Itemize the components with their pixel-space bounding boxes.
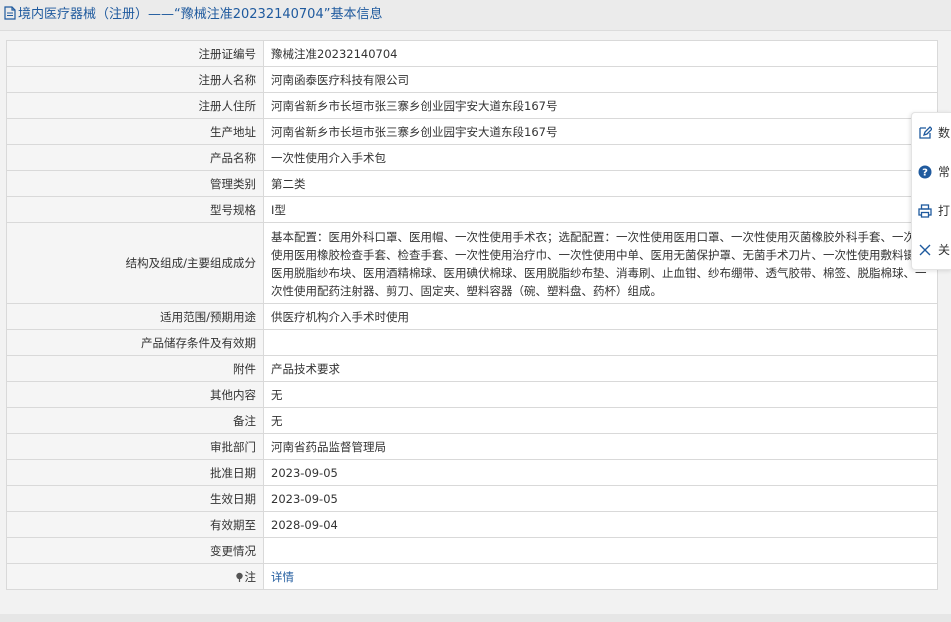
- field-label: 有效期至: [6, 511, 264, 538]
- detail-table-container: 注册证编号 豫械注准20232140704 注册人名称 河南函泰医疗科技有限公司 注…: [6, 40, 938, 590]
- field-value: 无: [263, 381, 938, 408]
- table-row: 管理类别 第二类: [6, 170, 938, 197]
- field-value: 产品技术要求: [263, 355, 938, 382]
- table-row: 型号规格 I型: [6, 196, 938, 223]
- page-header: 境内医疗器械（注册）——“豫械注准20232140704”基本信息: [0, 0, 951, 31]
- note-label: 注: [244, 569, 257, 584]
- table-row: 注册人住所 河南省新乡市长垣市张三寨乡创业园宇安大道东段167号: [6, 92, 938, 119]
- help-icon: ?: [918, 165, 932, 178]
- table-row: 生效日期 2023-09-05: [6, 485, 938, 512]
- svg-text:?: ?: [922, 167, 928, 178]
- field-value: 河南省新乡市长垣市张三寨乡创业园宇安大道东段167号: [263, 118, 938, 145]
- float-item-data[interactable]: 数: [912, 113, 951, 152]
- float-item-label: 常: [938, 165, 951, 179]
- field-label: 产品名称: [6, 144, 264, 171]
- field-label: 生产地址: [6, 118, 264, 145]
- table-row: 备注无: [6, 407, 938, 434]
- table-row: 生产地址 河南省新乡市长垣市张三寨乡创业园宇安大道东段167号: [6, 118, 938, 145]
- table-row: 注册人名称 河南函泰医疗科技有限公司: [6, 66, 938, 93]
- field-label: 备注: [6, 407, 264, 434]
- table-row: 审批部门 河南省药品监督管理局: [6, 433, 938, 460]
- field-value: 2023-09-05: [263, 485, 938, 512]
- table-row: 结构及组成/主要组成成分 基本配置：医用外科口罩、医用帽、一次性使用手术衣；选配配…: [6, 222, 938, 304]
- field-value: 豫械注准20232140704: [263, 40, 938, 67]
- document-icon: [4, 6, 16, 20]
- field-label: 注: [6, 563, 264, 590]
- field-value: 河南省新乡市长垣市张三寨乡创业园宇安大道东段167号: [263, 92, 938, 119]
- field-value: 基本配置：医用外科口罩、医用帽、一次性使用手术衣；选配配置：一次性使用医用口罩、…: [263, 222, 938, 304]
- field-label: 适用范围/预期用途: [6, 303, 264, 330]
- field-label: 其他内容: [6, 381, 264, 408]
- field-label: 审批部门: [6, 433, 264, 460]
- field-label: 注册证编号: [6, 40, 264, 67]
- field-label: 型号规格: [6, 196, 264, 223]
- field-value: 2028-09-04: [263, 511, 938, 538]
- field-label: 注册人名称: [6, 66, 264, 93]
- float-item-faq[interactable]: ? 常: [912, 152, 951, 191]
- table-row: 产品名称 一次性使用介入手术包: [6, 144, 938, 171]
- field-value: 供医疗机构介入手术时使用: [263, 303, 938, 330]
- field-value: 河南省药品监督管理局: [263, 433, 938, 460]
- field-label: 批准日期: [6, 459, 264, 486]
- field-value: [263, 329, 938, 356]
- field-value: 无: [263, 407, 938, 434]
- table-row: 变更情况: [6, 537, 938, 564]
- table-row: 注 详情: [6, 563, 938, 590]
- footer-bar: [0, 614, 951, 622]
- close-icon: [919, 244, 931, 255]
- float-item-label: 关: [938, 243, 951, 257]
- pin-icon: [235, 572, 243, 582]
- float-item-label: 数: [938, 126, 951, 140]
- field-value: 2023-09-05: [263, 459, 938, 486]
- table-row: 适用范围/预期用途 供医疗机构介入手术时使用: [6, 303, 938, 330]
- field-label: 产品储存条件及有效期: [6, 329, 264, 356]
- field-label: 生效日期: [6, 485, 264, 512]
- edit-icon: [919, 125, 932, 139]
- field-label: 结构及组成/主要组成成分: [6, 222, 264, 304]
- field-value: 第二类: [263, 170, 938, 197]
- float-item-print[interactable]: 打: [912, 191, 951, 230]
- print-icon: [918, 203, 932, 218]
- field-value: 详情: [263, 563, 938, 590]
- floating-toolbar: 数 ? 常 打 关: [911, 112, 951, 270]
- table-row: 附件 产品技术要求: [6, 355, 938, 382]
- table-row: 批准日期 2023-09-05: [6, 459, 938, 486]
- field-label: 变更情况: [6, 537, 264, 564]
- field-value: [263, 537, 938, 564]
- detail-table: 注册证编号 豫械注准20232140704 注册人名称 河南函泰医疗科技有限公司 注…: [6, 40, 938, 590]
- float-item-label: 打: [938, 204, 951, 218]
- detail-link[interactable]: 详情: [271, 570, 294, 584]
- field-value: 河南函泰医疗科技有限公司: [263, 66, 938, 93]
- page-title: 境内医疗器械（注册）——“豫械注准20232140704”基本信息: [18, 7, 383, 22]
- table-row: 有效期至 2028-09-04: [6, 511, 938, 538]
- table-row: 其他内容无: [6, 381, 938, 408]
- field-value: I型: [263, 196, 938, 223]
- field-label: 注册人住所: [6, 92, 264, 119]
- table-row: 注册证编号 豫械注准20232140704: [6, 40, 938, 67]
- float-item-close[interactable]: 关: [912, 230, 951, 269]
- table-row: 产品储存条件及有效期: [6, 329, 938, 356]
- field-value: 一次性使用介入手术包: [263, 144, 938, 171]
- field-label: 管理类别: [6, 170, 264, 197]
- field-label: 附件: [6, 355, 264, 382]
